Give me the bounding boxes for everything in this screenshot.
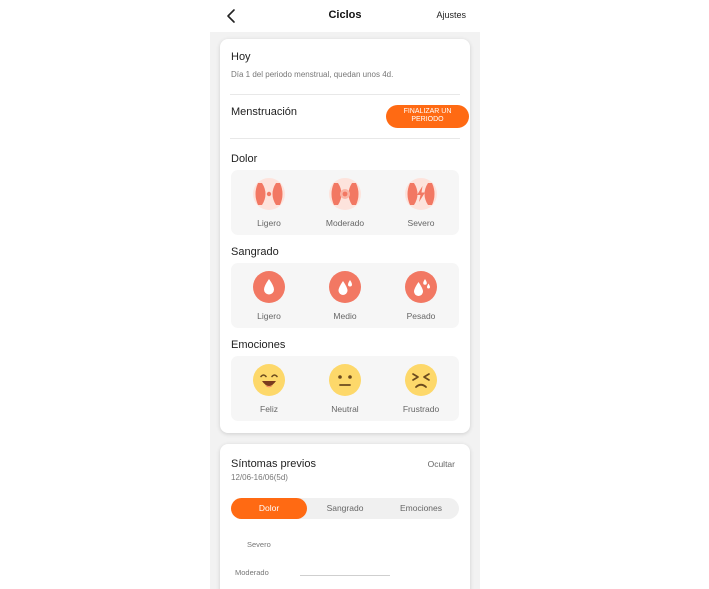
bleeding-section-title: Sangrado [231,246,279,258]
bleeding-medium-label: Medio [333,311,357,321]
emotion-frustrated-label: Frustrado [402,404,440,414]
hide-link[interactable]: Ocultar [428,459,455,469]
emotion-option-frustrated[interactable]: Frustrado [383,356,459,421]
drop-light-icon [253,271,285,303]
today-title: Hoy [231,51,251,63]
bleeding-options: Ligero Medio Pesado [231,263,459,328]
pain-section-title: Dolor [231,153,258,165]
tab-pain[interactable]: Dolor [231,498,307,519]
bleeding-option-light[interactable]: Ligero [231,263,307,328]
pain-options: Ligero Moderado Severo [231,170,459,235]
emotions-section-title: Emociones [231,339,286,351]
phone-screen: Ciclos Ajustes Hoy Día 1 del periodo men… [210,0,480,589]
frustrated-face-icon [405,364,437,396]
end-period-button-line2: PERIODO [411,116,444,123]
pain-light-icon [253,178,285,210]
bleeding-heavy-label: Pesado [406,311,436,321]
pain-severe-icon [405,178,437,210]
pain-moderate-label: Moderado [325,218,365,228]
chart-baseline [300,575,390,576]
tab-bleeding[interactable]: Sangrado [307,498,383,519]
drop-heavy-icon [405,271,437,303]
pain-option-light[interactable]: Ligero [231,170,307,235]
divider [230,138,460,139]
pain-option-moderate[interactable]: Moderado [307,170,383,235]
bleeding-light-label: Ligero [257,311,281,321]
divider [230,94,460,95]
drop-medium-icon [329,271,361,303]
axis-label-moderate: Moderado [235,568,269,577]
symptom-tabs: Dolor Sangrado Emociones [231,498,459,519]
chevron-left-icon [227,9,235,23]
neutral-face-icon [329,364,361,396]
happy-face-icon [253,364,285,396]
pain-severe-label: Severo [407,218,435,228]
today-card: Hoy Día 1 del periodo menstrual, quedan … [220,39,470,433]
emotion-happy-label: Feliz [260,404,278,414]
previous-symptoms-title: Síntomas previos [231,458,316,470]
top-bar: Ciclos Ajustes [210,0,480,32]
previous-symptoms-range: 12/06-16/06(5d) [231,473,288,482]
back-button[interactable] [222,6,242,26]
bleeding-option-medium[interactable]: Medio [307,263,383,328]
axis-label-severe: Severo [247,540,271,549]
emotion-option-happy[interactable]: Feliz [231,356,307,421]
previous-symptoms-card: Síntomas previos 12/06-16/06(5d) Ocultar… [220,444,470,589]
today-subtitle: Día 1 del periodo menstrual, quedan unos… [231,70,394,79]
pain-light-label: Ligero [257,218,281,228]
tab-emotions[interactable]: Emociones [383,498,459,519]
emotion-option-neutral[interactable]: Neutral [307,356,383,421]
end-period-button[interactable]: FINALIZAR UN PERIODO [386,105,469,128]
pain-option-severe[interactable]: Severo [383,170,459,235]
pain-moderate-icon [329,178,361,210]
end-period-button-line1: FINALIZAR UN [403,108,452,115]
emotions-options: Feliz Neutral Frustrado [231,356,459,421]
menstruation-label: Menstruación [231,106,298,118]
bleeding-option-heavy[interactable]: Pesado [383,263,459,328]
settings-link[interactable]: Ajustes [436,10,466,20]
emotion-neutral-label: Neutral [331,404,359,414]
